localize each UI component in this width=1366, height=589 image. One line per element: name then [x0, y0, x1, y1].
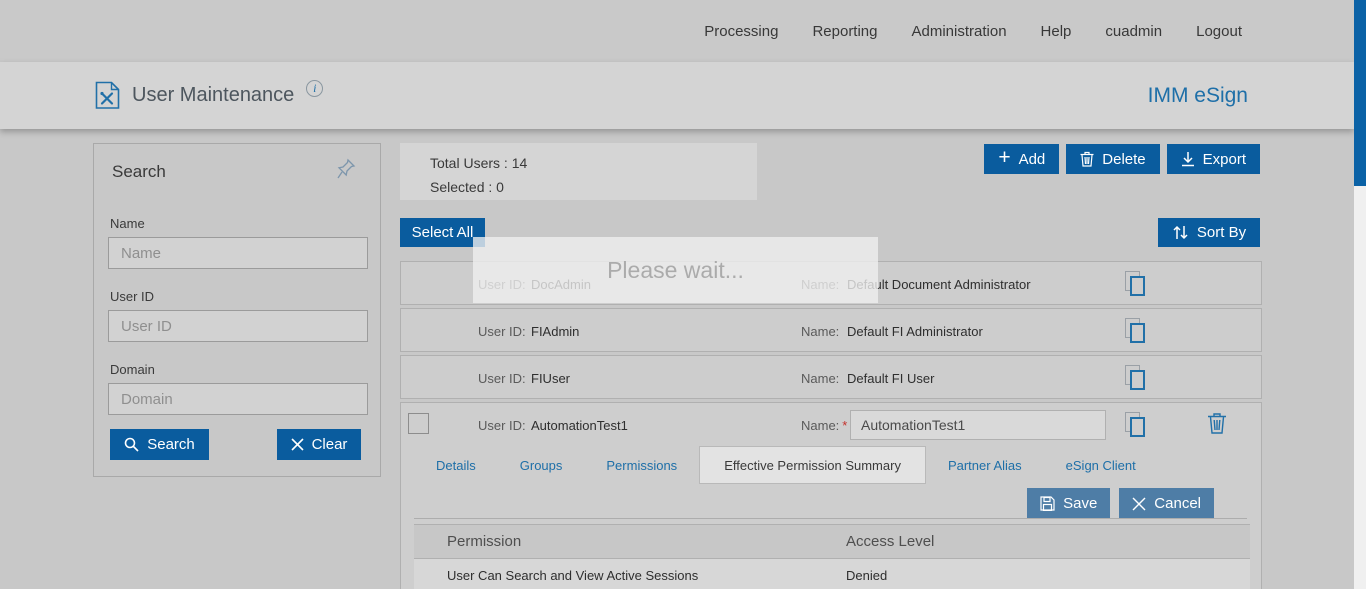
name-label: Name:	[801, 371, 840, 386]
user-row-fiuser[interactable]: User ID: FIUser Name: Default FI User	[400, 355, 1262, 399]
user-detail-tabs: Details Groups Permissions Effective Per…	[414, 446, 1158, 484]
row-checkbox[interactable]	[408, 413, 429, 434]
divider	[414, 518, 1247, 519]
nav-processing[interactable]: Processing	[704, 23, 778, 40]
cancel-button[interactable]: Cancel	[1119, 488, 1214, 519]
col-permission: Permission	[447, 533, 522, 550]
domain-field-label: Domain	[110, 362, 155, 377]
nav-cuadmin[interactable]: cuadmin	[1105, 23, 1162, 40]
sort-by-button[interactable]: Sort By	[1158, 218, 1260, 247]
name-label: Name:	[801, 324, 840, 339]
nav-logout[interactable]: Logout	[1196, 23, 1242, 40]
name-label: Name: *	[801, 418, 848, 433]
required-asterisk: *	[842, 418, 848, 433]
page-title: User Maintenance	[132, 84, 295, 106]
user-row-fiadmin[interactable]: User ID: FIAdmin Name: Default FI Admini…	[400, 308, 1262, 352]
nav-reporting[interactable]: Reporting	[812, 23, 877, 40]
clear-button[interactable]: Clear	[277, 429, 361, 460]
nav-help[interactable]: Help	[1041, 23, 1072, 40]
userid-label: User ID:	[478, 418, 526, 433]
userid-label: User ID:	[478, 324, 526, 339]
copy-user-icon[interactable]	[1125, 271, 1147, 297]
selected-count: Selected : 0	[430, 179, 504, 195]
domain-search-input[interactable]	[108, 383, 368, 415]
user-list-panel: Total Users : 14 Selected : 0 + Add Dele…	[400, 143, 1262, 589]
loading-text: Please wait...	[607, 256, 744, 283]
tab-partner-alias[interactable]: Partner Alias	[926, 458, 1044, 473]
permission-table-header: Permission Access Level	[414, 524, 1250, 559]
brand-logo: IMM eSign	[1147, 83, 1248, 107]
userid-field-label: User ID	[110, 289, 155, 304]
name-field-label: Name	[110, 216, 145, 231]
search-panel-title: Search	[112, 162, 166, 181]
page-header: User Maintenance i IMM eSign	[0, 62, 1354, 129]
loading-overlay: Please wait...	[473, 237, 878, 303]
info-icon[interactable]: i	[306, 80, 324, 97]
delete-button[interactable]: Delete	[1066, 144, 1160, 174]
export-button[interactable]: Export	[1166, 144, 1260, 174]
top-navigation: Processing Reporting Administration Help…	[0, 0, 1354, 62]
userid-search-input[interactable]	[108, 310, 368, 342]
add-button[interactable]: + Add	[984, 144, 1060, 174]
copy-user-icon[interactable]	[1125, 318, 1147, 344]
search-button[interactable]: Search	[110, 429, 209, 460]
tab-effective-permission-summary[interactable]: Effective Permission Summary	[699, 446, 926, 484]
permission-cell: User Can Search and View Active Sessions	[447, 568, 699, 583]
save-icon	[1040, 496, 1055, 511]
userid-label: User ID:	[478, 371, 526, 386]
access-level-cell: Denied	[846, 568, 888, 583]
user-maintenance-icon	[95, 81, 120, 110]
plus-icon: +	[998, 145, 1011, 169]
search-icon	[124, 437, 139, 452]
pin-icon[interactable]	[336, 157, 358, 181]
name-search-input[interactable]	[108, 237, 368, 269]
name-value: Default FI User	[847, 371, 935, 386]
copy-user-icon[interactable]	[1125, 365, 1147, 391]
tab-permissions[interactable]: Permissions	[584, 458, 699, 473]
name-edit-input[interactable]	[850, 410, 1106, 440]
userid-value: AutomationTest1	[531, 418, 628, 433]
nav-administration[interactable]: Administration	[912, 23, 1007, 40]
tab-details[interactable]: Details	[414, 458, 498, 473]
save-button[interactable]: Save	[1027, 488, 1111, 519]
copy-user-icon[interactable]	[1125, 412, 1147, 438]
col-access-level: Access Level	[846, 533, 935, 550]
userid-value: FIAdmin	[531, 324, 580, 339]
summary-box: Total Users : 14 Selected : 0	[400, 143, 757, 200]
total-users-count: Total Users : 14	[430, 155, 528, 171]
clear-x-icon	[290, 438, 304, 451]
permission-table: Permission Access Level User Can Search …	[414, 524, 1250, 589]
cancel-x-icon	[1132, 497, 1146, 510]
permission-table-row: User Can Search and View Active Sessions…	[414, 559, 1250, 589]
download-icon	[1181, 152, 1194, 167]
user-row-automationtest1-expanded: User ID: AutomationTest1 Name:* Details …	[400, 402, 1262, 589]
tab-esign-client[interactable]: eSign Client	[1044, 458, 1158, 473]
trash-icon	[1208, 413, 1226, 434]
delete-row-icon[interactable]	[1207, 411, 1227, 435]
name-value: Default FI Administrator	[847, 324, 983, 339]
sort-icon	[1173, 225, 1188, 240]
userid-value: FIUser	[531, 371, 570, 386]
tab-groups[interactable]: Groups	[498, 458, 585, 473]
trash-icon	[1080, 151, 1094, 167]
scrollbar-track[interactable]	[1354, 0, 1366, 589]
scrollbar-thumb[interactable]	[1354, 0, 1366, 186]
search-panel: Search Name User ID Domain Search Clear	[93, 143, 381, 477]
